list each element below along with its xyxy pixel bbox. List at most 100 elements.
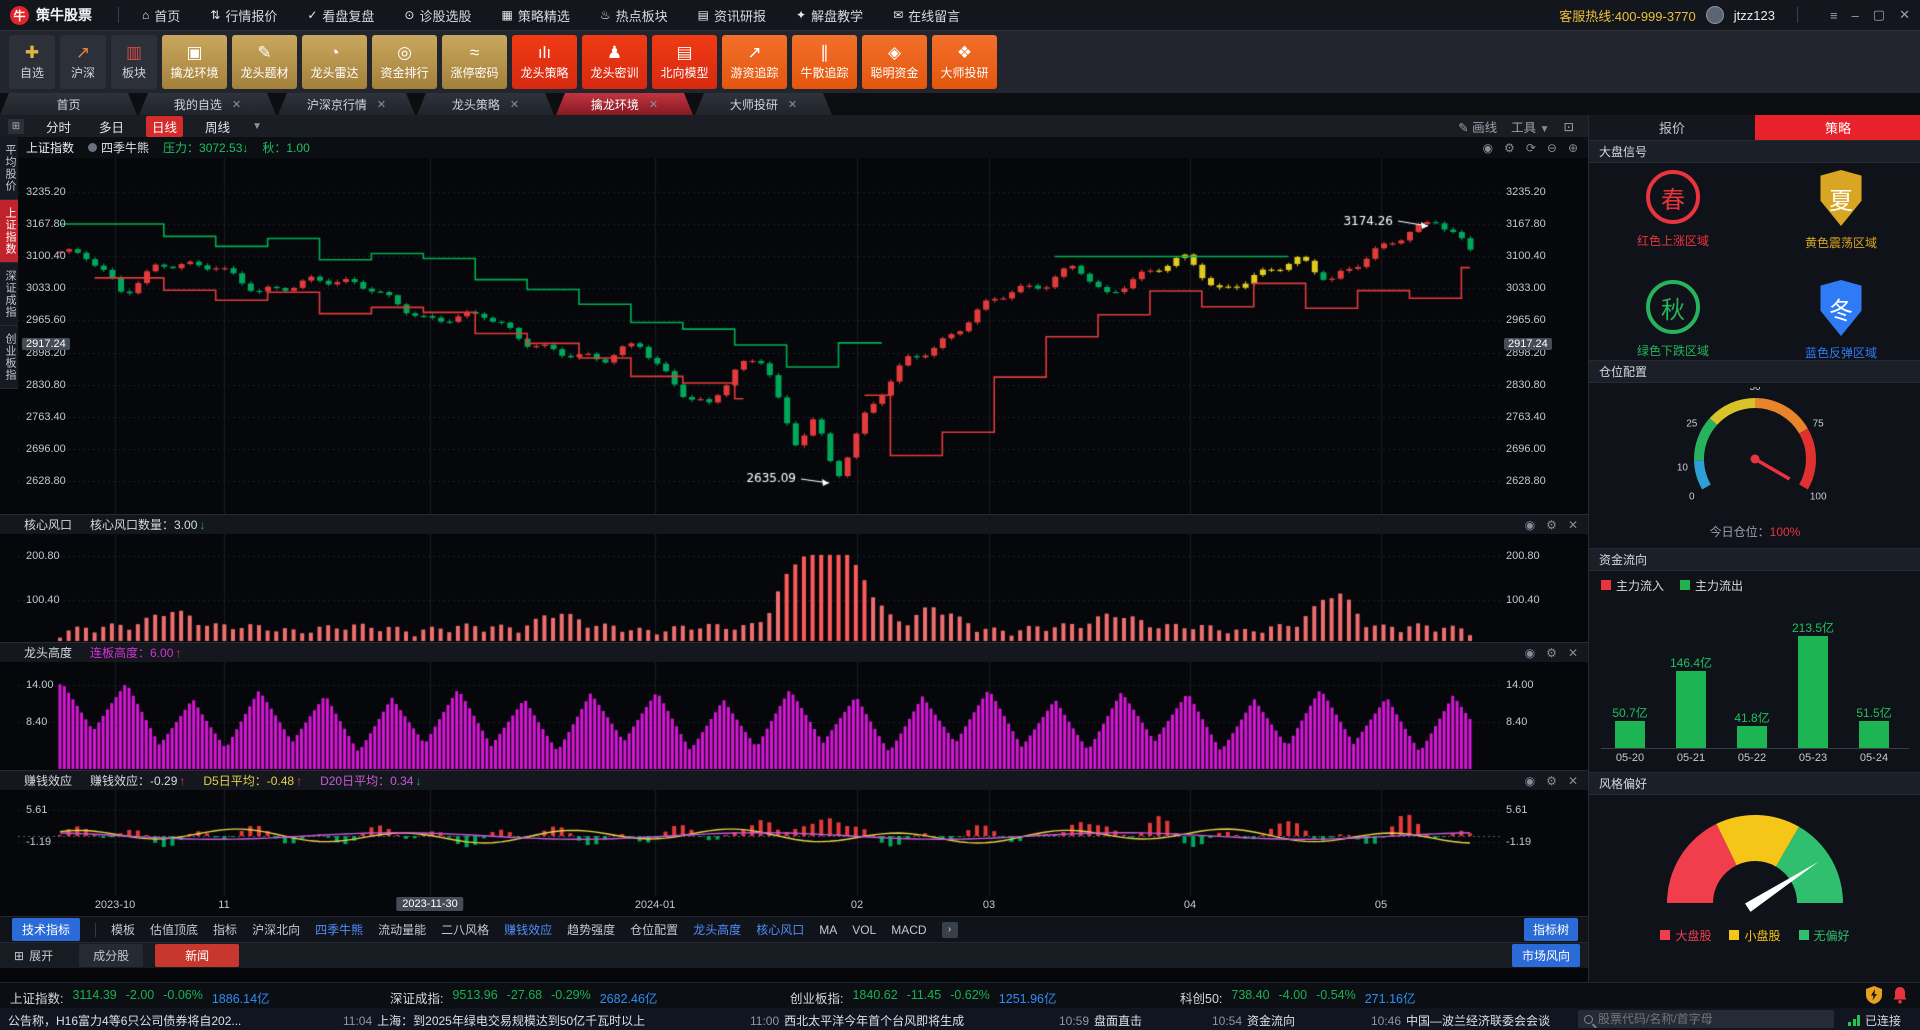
strategy-tab[interactable]: 策略 bbox=[1755, 115, 1920, 140]
toolbar-button[interactable]: ≈涨停密码 bbox=[442, 35, 507, 89]
minimize-icon[interactable]: – bbox=[1852, 8, 1859, 23]
settings-gear-icon[interactable]: ⚙ bbox=[1504, 141, 1515, 155]
document-tab[interactable]: 大师投研✕ bbox=[695, 93, 832, 115]
toolbar-button[interactable]: ◎资金排行 bbox=[372, 35, 437, 89]
close-icon[interactable]: ✕ bbox=[1568, 518, 1578, 532]
menu-item[interactable]: ✦解盘教学 bbox=[785, 0, 874, 30]
toolbar-button[interactable]: ▤北向模型 bbox=[652, 35, 717, 89]
toolbar-button[interactable]: ↗沪深 bbox=[60, 35, 106, 89]
toolbar-button[interactable]: ılı龙头策略 bbox=[512, 35, 577, 89]
close-icon[interactable]: ✕ bbox=[1899, 7, 1910, 23]
indicator-item[interactable]: 四季牛熊 bbox=[315, 921, 363, 938]
overlay-selector[interactable]: 四季牛熊 bbox=[88, 139, 149, 156]
toolbar-button[interactable]: ↗游资追踪 bbox=[722, 35, 787, 89]
toolbar-button[interactable]: ◔龙头雷达 bbox=[302, 35, 367, 89]
more-indicators-icon[interactable]: › bbox=[942, 922, 958, 938]
close-icon[interactable]: ✕ bbox=[1568, 774, 1578, 788]
shield-flash-icon[interactable] bbox=[1866, 986, 1882, 1004]
menu-list-icon[interactable]: ≡ bbox=[1830, 8, 1838, 23]
index-nav-item[interactable]: 上证指数 bbox=[0, 200, 18, 263]
indicator-item[interactable]: 沪深北向 bbox=[252, 921, 300, 938]
toolbar-button[interactable]: ❖大师投研 bbox=[932, 35, 997, 89]
document-tab[interactable]: 擒龙环境✕ bbox=[556, 93, 693, 115]
zoom-in-icon[interactable]: ⊕ bbox=[1568, 141, 1578, 155]
period-0[interactable]: 分时 bbox=[40, 116, 77, 137]
news-item[interactable]: 11:00西北太平洋今年首个台风即将生成 bbox=[750, 1012, 964, 1029]
menu-item[interactable]: ✉在线留言 bbox=[882, 0, 971, 30]
menu-item[interactable]: ⇅行情报价 bbox=[199, 0, 288, 30]
indicator-item[interactable]: 模板 bbox=[111, 921, 135, 938]
menu-item[interactable]: ⊙诊股选股 bbox=[393, 0, 482, 30]
settings-gear-icon[interactable]: ⚙ bbox=[1546, 646, 1557, 660]
index-nav-item[interactable]: 创业板指 bbox=[0, 326, 18, 389]
search-input[interactable] bbox=[1598, 1012, 1808, 1026]
index-nav-item[interactable]: 深证成指 bbox=[0, 263, 18, 326]
document-tab[interactable]: 我的自选✕ bbox=[139, 93, 276, 115]
settings-gear-icon[interactable]: ⚙ bbox=[1546, 774, 1557, 788]
period-2[interactable]: 日线 bbox=[146, 116, 183, 137]
indicator-item[interactable]: VOL bbox=[852, 923, 876, 937]
toolbar-button[interactable]: ▣擒龙环境 bbox=[162, 35, 227, 89]
indicator-item[interactable]: 指标 bbox=[213, 921, 237, 938]
indicator-item[interactable]: 趋势强度 bbox=[567, 921, 615, 938]
menu-item[interactable]: ▤资讯研报 bbox=[687, 0, 777, 30]
news-item[interactable]: 10:46中国—波兰经济联委会会谈 bbox=[1371, 1012, 1550, 1029]
indicator-item[interactable]: 估值顶底 bbox=[150, 921, 198, 938]
avatar[interactable] bbox=[1706, 6, 1724, 24]
crosshair-icon[interactable]: ◉ bbox=[1525, 774, 1535, 788]
tools-dropdown[interactable]: 工具 ▼ bbox=[1511, 117, 1549, 136]
document-tab[interactable]: 沪深京行情✕ bbox=[278, 93, 415, 115]
toolbar-button[interactable]: ♟龙头密训 bbox=[582, 35, 647, 89]
close-icon[interactable]: ✕ bbox=[377, 98, 386, 111]
fullscreen-icon[interactable]: ⊡ bbox=[1564, 119, 1574, 134]
expand-button[interactable]: ⊞ 展开 bbox=[0, 947, 67, 964]
toolbar-button[interactable]: ◈聪明资金 bbox=[862, 35, 927, 89]
settings-gear-icon[interactable]: ⚙ bbox=[1546, 518, 1557, 532]
indicator-item[interactable]: 仓位配置 bbox=[630, 921, 678, 938]
close-icon[interactable]: ✕ bbox=[1568, 646, 1578, 660]
news-item[interactable]: 10:54资金流向 bbox=[1212, 1012, 1295, 1029]
toolbar-button[interactable]: ∥牛散追踪 bbox=[792, 35, 857, 89]
bottom-tab[interactable]: 新闻 bbox=[155, 944, 239, 967]
stock-search[interactable] bbox=[1578, 1010, 1834, 1028]
indicator-item[interactable]: 流动量能 bbox=[378, 921, 426, 938]
indicator-tree-button[interactable]: 指标树 bbox=[1524, 918, 1578, 941]
crosshair-icon[interactable]: ◉ bbox=[1483, 141, 1493, 155]
chevron-down-icon[interactable]: ▼ bbox=[252, 121, 262, 132]
close-icon[interactable]: ✕ bbox=[232, 98, 241, 111]
username[interactable]: jtzz123 bbox=[1734, 8, 1775, 23]
draw-line-button[interactable]: ✎ 画线 bbox=[1458, 117, 1497, 136]
indicator-item[interactable]: MA bbox=[819, 923, 837, 937]
menu-item[interactable]: ✓看盘复盘 bbox=[296, 0, 385, 30]
crosshair-icon[interactable]: ◉ bbox=[1525, 646, 1535, 660]
indicator-item[interactable]: 赚钱效应 bbox=[504, 921, 552, 938]
bottom-tab[interactable]: 成分股 bbox=[79, 944, 143, 967]
close-icon[interactable]: ✕ bbox=[510, 98, 519, 111]
news-item[interactable]: 公告称，H16富力4等6只公司债券将自202... bbox=[8, 1012, 241, 1029]
indicator-item[interactable]: 龙头高度 bbox=[693, 921, 741, 938]
indicator-item[interactable]: 核心风口 bbox=[756, 921, 804, 938]
document-tab[interactable]: 首页 bbox=[0, 93, 137, 115]
indicator-item[interactable]: MACD bbox=[891, 923, 926, 937]
tech-indicator-button[interactable]: 技术指标 bbox=[12, 918, 80, 941]
toolbar-button[interactable]: ✚自选 bbox=[9, 35, 55, 89]
menu-item[interactable]: ▦策略精选 bbox=[491, 0, 581, 30]
menu-item[interactable]: ♨热点板块 bbox=[589, 0, 679, 30]
news-item[interactable]: 10:59盘面直击 bbox=[1059, 1012, 1142, 1029]
crosshair-icon[interactable]: ◉ bbox=[1525, 518, 1535, 532]
indicator-item[interactable]: 二八风格 bbox=[441, 921, 489, 938]
refresh-icon[interactable]: ⟳ bbox=[1526, 141, 1536, 155]
news-item[interactable]: 11:04上海：到2025年绿电交易规模达到50亿千瓦时以上 bbox=[343, 1012, 645, 1029]
bell-icon[interactable] bbox=[1892, 986, 1908, 1004]
zoom-out-icon[interactable]: ⊖ bbox=[1547, 141, 1557, 155]
quote-tab[interactable]: 报价 bbox=[1589, 115, 1755, 140]
index-nav-item[interactable]: 平均股价 bbox=[0, 137, 18, 200]
toolbar-button[interactable]: ▥板块 bbox=[111, 35, 157, 89]
collapse-panel-icon[interactable]: ⊞ bbox=[8, 119, 24, 134]
close-icon[interactable]: ✕ bbox=[788, 98, 797, 111]
restore-icon[interactable]: ▢ bbox=[1873, 7, 1885, 23]
period-3[interactable]: 周线 bbox=[199, 116, 236, 137]
toolbar-button[interactable]: ✎龙头题材 bbox=[232, 35, 297, 89]
menu-item[interactable]: ⌂首页 bbox=[131, 0, 191, 30]
market-direction-button[interactable]: 市场风向 bbox=[1512, 944, 1580, 967]
